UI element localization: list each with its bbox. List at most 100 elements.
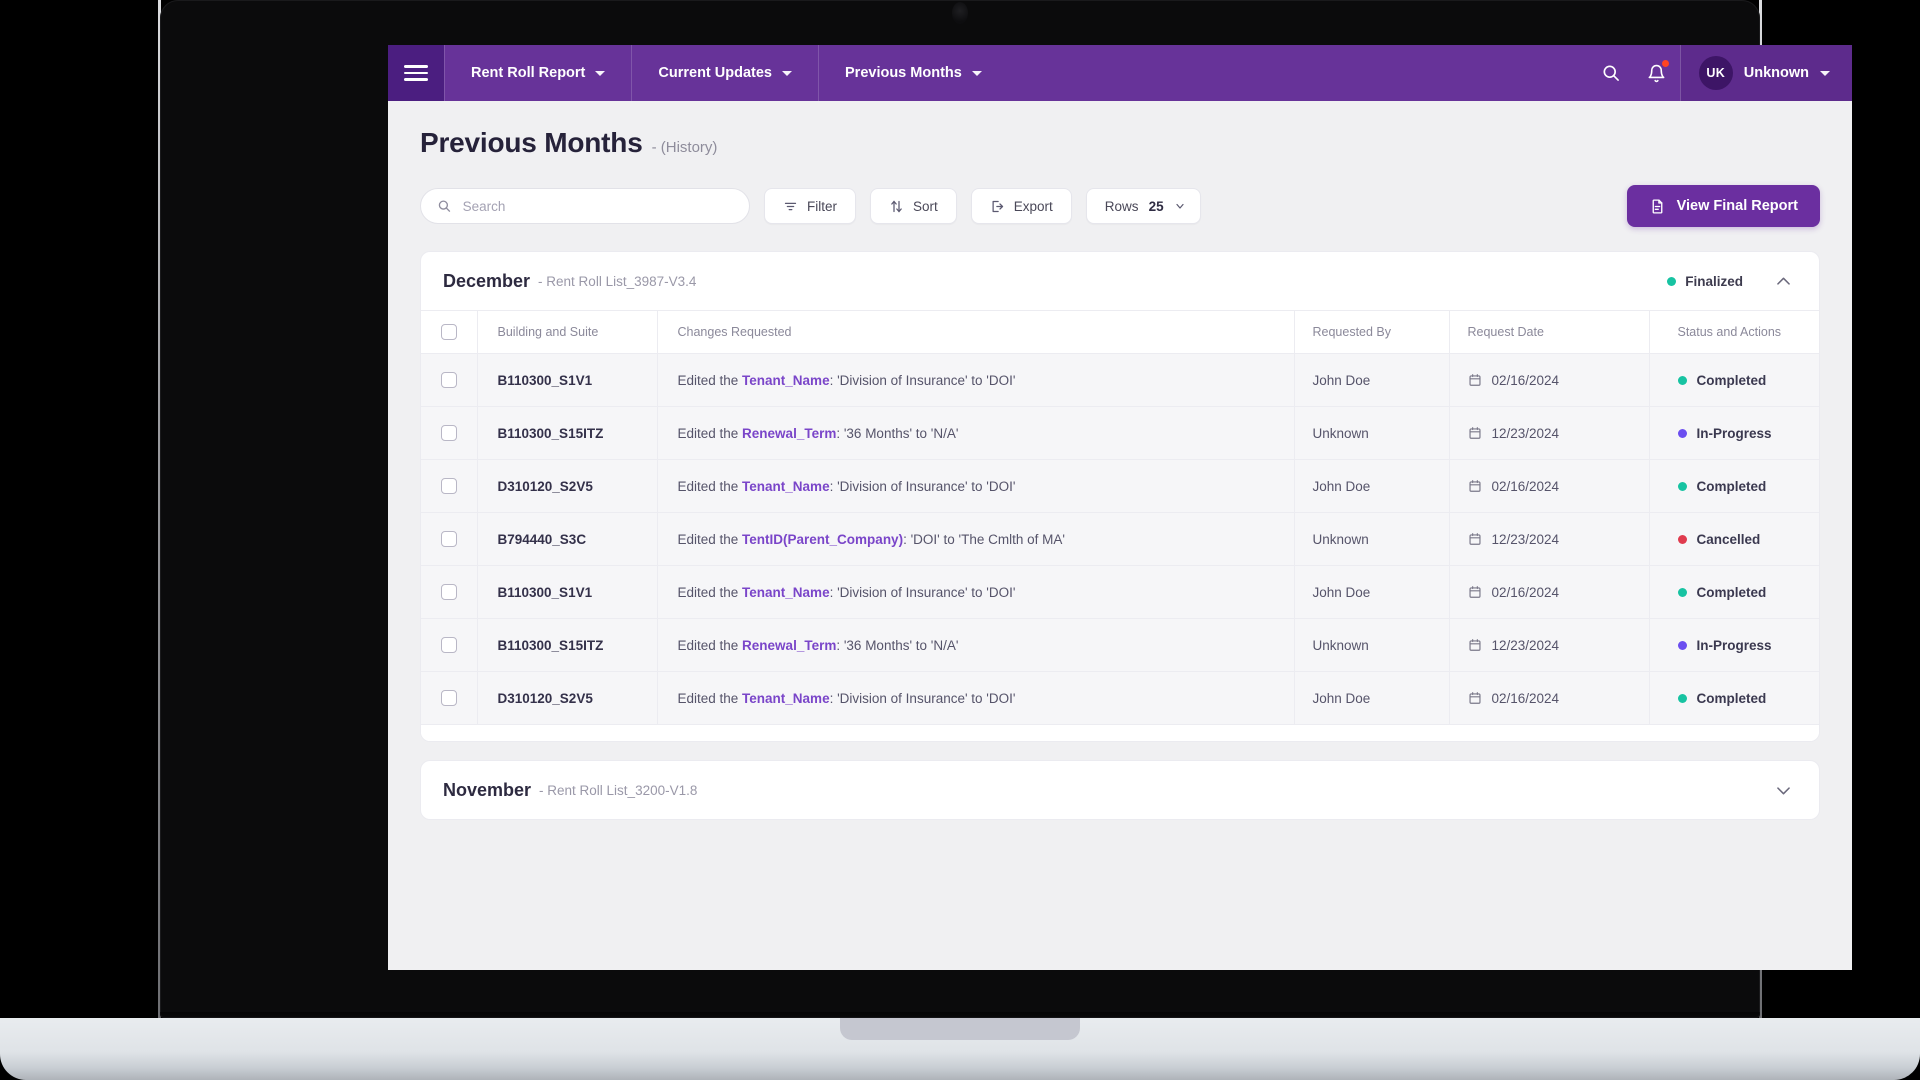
column-header[interactable]: Request Date <box>1448 310 1649 354</box>
laptop-screen-bezel: Rent Roll Report Current Updates Previou… <box>160 0 1852 1018</box>
request-date-cell: 12/23/2024 <box>1448 512 1649 566</box>
status-dot-icon <box>1677 481 1687 491</box>
status-badge-label: Finalized <box>1685 273 1743 289</box>
request-date-cell: 02/16/2024 <box>1448 671 1649 725</box>
change-suffix: : 'Division of Insurance' to 'DOI' <box>829 372 1016 388</box>
export-label: Export <box>1013 198 1053 214</box>
changed-field-name: Tenant_Name <box>742 690 830 706</box>
nav-tab-label: Previous Months <box>845 65 962 81</box>
table-row[interactable]: D310120_S2V5 Edited the Tenant_Name: 'Div… <box>421 671 1819 725</box>
table-row[interactable]: D310120_S2V5 Edited the Tenant_Name: 'Div… <box>421 459 1819 513</box>
filter-button[interactable]: Filter <box>764 188 856 224</box>
notification-badge-dot <box>1661 60 1669 67</box>
table-row[interactable]: B110300_S15ITZ Edited the Renewal_Term: '… <box>421 618 1819 672</box>
request-date-cell: 12/23/2024 <box>1448 618 1649 672</box>
status-dot-icon <box>1677 375 1687 385</box>
page-title: Previous Months <box>420 127 643 158</box>
chevron-down-icon <box>1175 203 1184 209</box>
avatar: UK <box>1698 56 1733 90</box>
status-dot-icon <box>1677 693 1687 703</box>
date-wrapper: 02/16/2024 <box>1468 373 1649 388</box>
building-and-suite-cell: B110300_S15ITZ <box>476 618 657 672</box>
sort-label: Sort <box>913 198 938 214</box>
search-input[interactable] <box>462 198 733 214</box>
status-label: In-Progress <box>1696 425 1772 441</box>
status-label: Completed <box>1696 690 1767 706</box>
change-prefix: Edited the <box>677 637 743 653</box>
user-menu-button[interactable]: UK Unknown <box>1679 45 1852 101</box>
table-row[interactable]: B110300_S1V1 Edited the Tenant_Name: 'Div… <box>421 353 1819 407</box>
calendar-icon <box>1468 374 1481 386</box>
rows-value: 25 <box>1148 198 1164 214</box>
calendar-icon <box>1468 586 1481 598</box>
calendar-icon <box>1468 480 1481 492</box>
requested-by-cell: John Doe <box>1293 459 1449 513</box>
collapse-chevron-up-icon[interactable] <box>1769 267 1797 295</box>
row-checkbox[interactable] <box>441 637 457 653</box>
column-header[interactable]: Building and Suite <box>476 310 657 354</box>
status-label: In-Progress <box>1696 637 1772 653</box>
select-all-checkbox[interactable] <box>441 324 457 340</box>
changes-requested-cell: Edited the TentID(Parent_Company): 'DOI'… <box>656 512 1294 566</box>
notifications-button[interactable] <box>1634 45 1680 101</box>
change-suffix: : '36 Months' to 'N/A' <box>836 637 959 653</box>
building-and-suite-cell: B794440_S3C <box>476 512 657 566</box>
table-row[interactable]: B794440_S3C Edited the TentID(Parent_Comp… <box>421 512 1819 566</box>
view-final-report-button[interactable]: View Final Report <box>1626 185 1820 227</box>
status-dot-icon <box>1667 276 1677 286</box>
status-and-actions-cell: In-Progress <box>1648 406 1820 460</box>
nav-tab-current-updates[interactable]: Current Updates <box>631 45 818 101</box>
changed-field-name: Tenant_Name <box>742 478 830 494</box>
hamburger-icon <box>404 61 428 85</box>
changes-requested-cell: Edited the Tenant_Name: 'Division of Ins… <box>656 671 1294 725</box>
sort-button[interactable]: Sort <box>870 188 957 224</box>
column-header[interactable]: Changes Requested <box>656 310 1294 354</box>
row-checkbox[interactable] <box>441 690 457 706</box>
changes-requested-cell: Edited the Renewal_Term: '36 Months' to … <box>656 618 1294 672</box>
view-final-report-label: View Final Report <box>1676 198 1798 214</box>
status-badge: Finalized <box>1667 274 1743 289</box>
user-name-label: Unknown <box>1743 65 1809 81</box>
requested-by-cell: Unknown <box>1293 618 1449 672</box>
row-select-cell <box>421 353 477 407</box>
column-header[interactable]: Requested By <box>1293 310 1449 354</box>
row-checkbox[interactable] <box>441 478 457 494</box>
request-date-cell: 02/16/2024 <box>1448 459 1649 513</box>
row-checkbox[interactable] <box>441 584 457 600</box>
export-button[interactable]: Export <box>970 188 1072 224</box>
rows-per-page-select[interactable]: Rows 25 <box>1085 188 1201 224</box>
building-and-suite-cell: B110300_S1V1 <box>476 565 657 619</box>
page-body: Previous Months - (History) Search Filte… <box>388 101 1852 820</box>
nav-tab-previous-months[interactable]: Previous Months <box>818 45 1008 101</box>
row-checkbox[interactable] <box>441 531 457 547</box>
webcam-notch-icon <box>952 2 968 24</box>
expand-chevron-down-icon[interactable] <box>1769 776 1797 804</box>
date-wrapper: 02/16/2024 <box>1468 585 1649 600</box>
top-navbar: Rent Roll Report Current Updates Previou… <box>388 45 1852 101</box>
status-and-actions-cell: Cancelled <box>1648 512 1819 566</box>
table-row[interactable]: B110300_S1V1 Edited the Tenant_Name: 'Div… <box>421 565 1819 619</box>
column-header[interactable]: Status and Actions <box>1648 310 1819 354</box>
chevron-down-icon <box>1820 70 1830 76</box>
nav-tab-rent-roll-report[interactable]: Rent Roll Report <box>444 45 631 101</box>
requested-by-cell: John Doe <box>1293 353 1449 407</box>
table-row[interactable]: B110300_S15ITZ Edited the Renewal_Term: '… <box>421 406 1820 460</box>
row-select-cell <box>421 512 477 566</box>
change-prefix: Edited the <box>677 531 743 547</box>
laptop-base-notch <box>840 1018 1080 1040</box>
table-header-row: Building and Suite Changes Requested Reque… <box>421 310 1819 354</box>
month-card-header[interactable]: November - Rent Roll List_3200-V1.8 <box>421 761 1819 819</box>
row-checkbox[interactable] <box>441 372 457 388</box>
status-and-actions-cell: In-Progress <box>1648 618 1819 672</box>
search-button[interactable] <box>1588 45 1634 101</box>
date-wrapper: 12/23/2024 <box>1468 532 1649 547</box>
hamburger-menu-button[interactable] <box>388 45 444 101</box>
chevron-down-icon <box>595 70 606 76</box>
row-checkbox[interactable] <box>441 425 457 441</box>
changed-field-name: Tenant_Name <box>742 372 830 388</box>
search-field[interactable] <box>420 188 750 224</box>
status-badge: In-Progress <box>1677 425 1820 441</box>
status-dot-icon <box>1677 640 1687 650</box>
month-card-header[interactable]: December - Rent Roll List_3987-V3.4 Finali… <box>421 252 1819 310</box>
building-and-suite-cell: B110300_S15ITZ <box>476 406 657 460</box>
